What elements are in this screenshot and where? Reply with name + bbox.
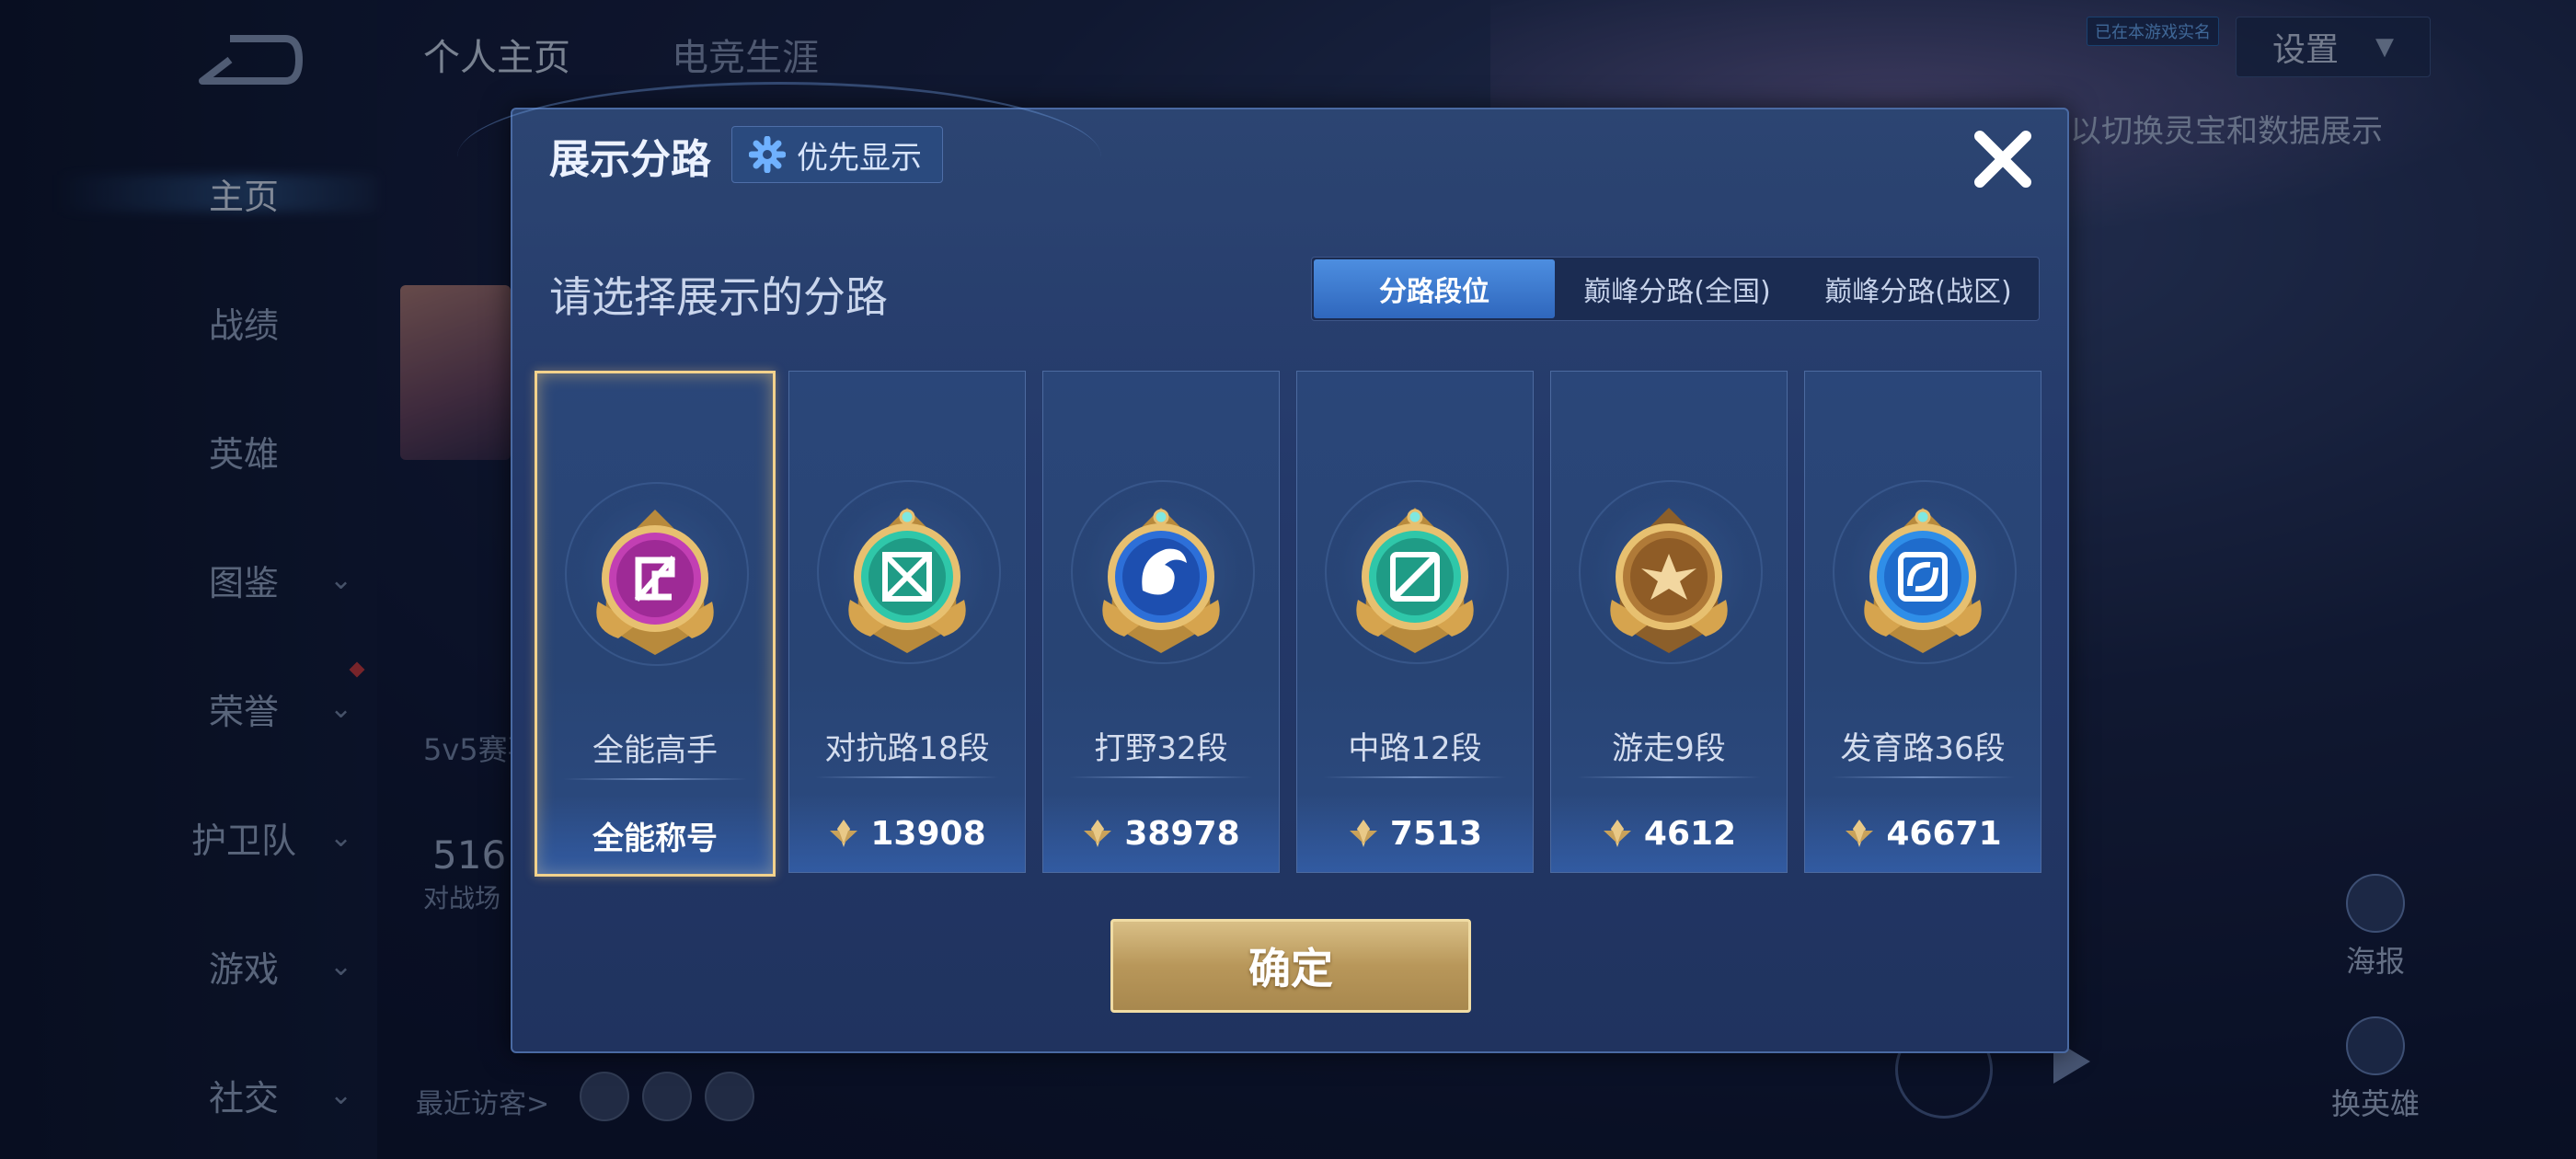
confirm-button[interactable]: 确定 xyxy=(1110,919,1471,1013)
title-label: 全能称号 xyxy=(592,820,718,857)
lane-rank-label: 游走9段 xyxy=(1612,730,1726,767)
peak-score: 13908 xyxy=(870,814,986,853)
lane-card-footer: 13908 xyxy=(789,795,1025,872)
lane-card-mid[interactable]: 中路12段 7513 xyxy=(1296,371,1534,873)
peak-score: 46671 xyxy=(1886,814,2002,853)
lane-card-list: 全能高手 全能称号 对抗路18段 13908 打野32段 38978 中路12段 7513 游走… xyxy=(535,371,2053,965)
gear-icon xyxy=(749,136,786,173)
divider xyxy=(815,776,999,778)
allround-medal-icon xyxy=(596,510,714,655)
lane-rank-label: 发育路36段 xyxy=(1840,730,2006,767)
select-lane-prompt: 请选择展示的分路 xyxy=(549,272,888,322)
close-icon xyxy=(1974,131,2031,188)
peak-score: 7513 xyxy=(1389,814,1483,853)
peak-points-icon xyxy=(1349,820,1377,847)
lane-rank-label: 全能高手 xyxy=(592,732,718,769)
lane-card-footer: 全能称号 xyxy=(537,797,773,874)
lane-card-footer: 7513 xyxy=(1297,795,1533,872)
lane-card-farm[interactable]: 发育路36段 46671 xyxy=(1804,371,2041,873)
tab-peak-lane-national[interactable]: 巅峰分路(全国) xyxy=(1557,258,1798,320)
peak-score: 38978 xyxy=(1124,814,1240,853)
divider xyxy=(1323,776,1507,778)
dialog-title: 展示分路 xyxy=(549,136,711,183)
peak-points-icon xyxy=(830,820,858,847)
roam-medal-icon xyxy=(1610,508,1728,653)
lane-rank-label: 中路12段 xyxy=(1348,730,1482,767)
lane-card-roam[interactable]: 游走9段 4612 xyxy=(1550,371,1788,873)
peak-points-icon xyxy=(1846,820,1874,847)
farm-medal-icon xyxy=(1864,508,1982,653)
lane-card-footer: 38978 xyxy=(1043,795,1279,872)
lane-card-clash[interactable]: 对抗路18段 13908 xyxy=(788,371,1026,873)
lane-card-footer: 4612 xyxy=(1551,795,1787,872)
lane-card-footer: 46671 xyxy=(1805,795,2041,872)
mid-medal-icon xyxy=(1356,508,1474,653)
lane-card-jungle[interactable]: 打野32段 38978 xyxy=(1042,371,1280,873)
peak-score: 4612 xyxy=(1643,814,1737,853)
priority-display-button[interactable]: 优先显示 xyxy=(731,126,943,183)
lane-card-allround[interactable]: 全能高手 全能称号 xyxy=(535,371,776,877)
close-button[interactable] xyxy=(1966,122,2040,196)
clash-medal-icon xyxy=(848,508,966,653)
divider xyxy=(1069,776,1253,778)
divider xyxy=(1577,776,1761,778)
divider xyxy=(1831,776,2015,778)
peak-points-icon xyxy=(1603,820,1631,847)
lane-rank-label: 对抗路18段 xyxy=(824,730,990,767)
lane-type-segmented-control: 分路段位 巅峰分路(全国) 巅峰分路(战区) xyxy=(1311,257,2040,321)
divider xyxy=(563,778,747,780)
peak-points-icon xyxy=(1084,820,1112,847)
tab-lane-rank[interactable]: 分路段位 xyxy=(1314,259,1555,318)
display-lane-dialog: 展示分路 优先显示 请选择展示的分路 分路段位 巅峰分路(全国) 巅峰分路(战区… xyxy=(457,82,2069,1053)
tab-peak-lane-region[interactable]: 巅峰分路(战区) xyxy=(1798,258,2039,320)
jungle-medal-icon xyxy=(1102,508,1220,653)
lane-rank-label: 打野32段 xyxy=(1094,730,1228,767)
priority-display-label: 优先显示 xyxy=(797,139,922,177)
